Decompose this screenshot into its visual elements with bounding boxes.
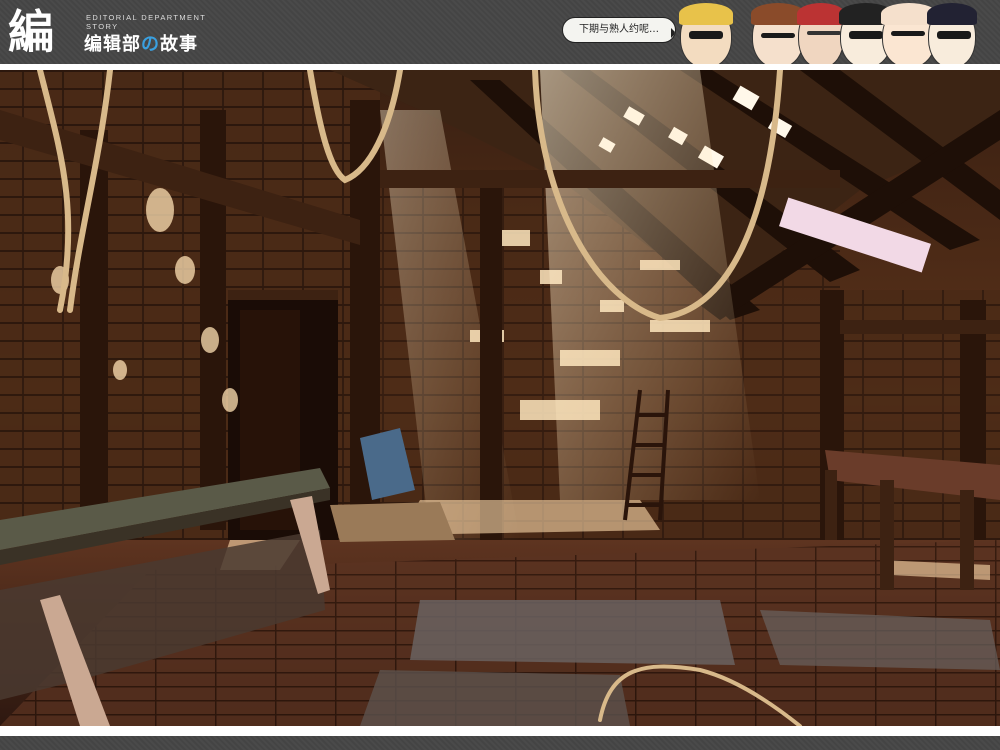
- face-icon-1: [679, 3, 733, 64]
- logo-title-a: 编辑部: [84, 34, 141, 55]
- frame-bottom: [0, 726, 1000, 750]
- site-logo[interactable]: 編 EDITORIAL DEPARTMENT STORY 编辑部の故事: [8, 4, 228, 60]
- logo-title-no: の: [141, 34, 160, 55]
- speech-bubble: 下期与熟人约呢…: [562, 17, 676, 43]
- logo-mark: 編: [8, 5, 54, 59]
- barn-attic-scene: [0, 70, 1000, 726]
- cartoon-faces: [679, 0, 1000, 64]
- logo-title-b: 故事: [160, 34, 198, 55]
- logo-title: 编辑部の故事: [84, 30, 198, 56]
- face-icon-3: [797, 3, 845, 64]
- site-header: 編 EDITORIAL DEPARTMENT STORY 编辑部の故事 下期与熟…: [0, 0, 1000, 64]
- face-icon-6: [927, 3, 977, 64]
- logo-subtitle: EDITORIAL DEPARTMENT STORY: [86, 13, 207, 31]
